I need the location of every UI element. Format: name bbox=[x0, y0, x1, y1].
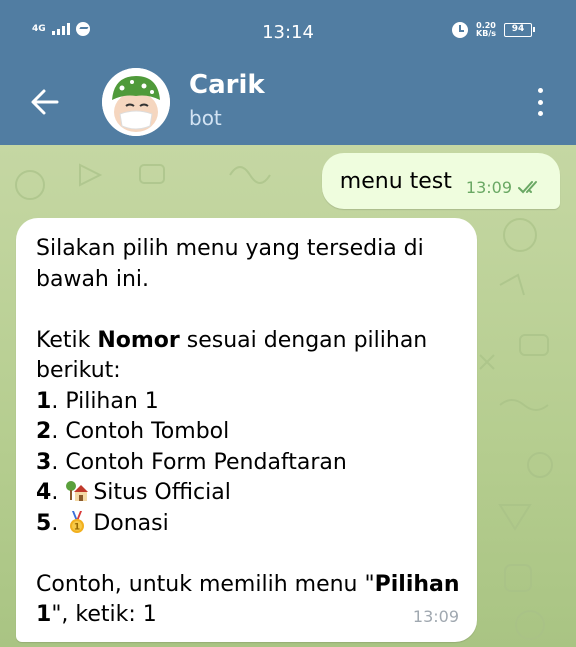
chat-subtitle: bot bbox=[189, 106, 222, 130]
first-place-medal-icon: 1 bbox=[70, 510, 85, 533]
back-arrow-icon[interactable] bbox=[30, 88, 60, 116]
example-line-2: 1", ketik: 1 bbox=[36, 600, 457, 631]
prompt-text-b: sesuai dengan pilihan bbox=[179, 327, 428, 353]
option-separator: . bbox=[51, 449, 66, 475]
telegram-chat-screen: 4G 13:14 0.20 KB/s 94 Carik bot menu tes… bbox=[0, 0, 576, 647]
option-separator: . bbox=[51, 388, 66, 414]
status-right: 0.20 KB/s 94 bbox=[452, 22, 535, 38]
option-separator: . bbox=[51, 480, 66, 505]
prompt-text-a: Ketik bbox=[36, 327, 98, 353]
prompt-line-1: Ketik Nomor sesuai dengan pilihan bbox=[36, 326, 457, 357]
carik-mascot-icon bbox=[102, 68, 170, 136]
option-label: Contoh Form Pendaftaran bbox=[65, 449, 347, 475]
menu-option: 5. 1 Donasi bbox=[36, 509, 457, 540]
more-options-icon[interactable] bbox=[534, 88, 546, 116]
option-label: Situs Official bbox=[93, 480, 231, 505]
intro-line-1: Silakan pilih menu yang tersedia di bbox=[36, 236, 424, 261]
alarm-icon bbox=[452, 22, 469, 38]
message-time: 13:09 bbox=[465, 177, 512, 197]
example-bold-2: 1 bbox=[36, 602, 52, 627]
example-line-1: Contoh, untuk memilih menu "Pilihan bbox=[36, 570, 460, 601]
example-bold-1: Pilihan bbox=[374, 571, 460, 597]
outgoing-message[interactable]: menu test 13:09 bbox=[321, 153, 560, 209]
option-label: Donasi bbox=[93, 510, 169, 536]
battery-icon: 94 bbox=[504, 23, 535, 37]
prompt-line-2: berikut: bbox=[36, 358, 121, 383]
speed-unit: KB/s bbox=[476, 29, 496, 38]
app-header: 4G 13:14 0.20 KB/s 94 Carik bot bbox=[0, 0, 576, 145]
option-number: 5 bbox=[36, 510, 52, 536]
example-text-b: ", ketik: 1 bbox=[51, 602, 157, 627]
option-label: Contoh Tombol bbox=[65, 419, 230, 444]
double-check-icon bbox=[518, 181, 537, 194]
status-bar: 4G 13:14 0.20 KB/s 94 bbox=[0, 0, 576, 64]
message-time: 13:09 bbox=[412, 606, 459, 626]
svg-text:1: 1 bbox=[74, 522, 80, 532]
option-number: 4 bbox=[36, 480, 52, 505]
bot-avatar[interactable] bbox=[102, 68, 170, 136]
message-text: menu test bbox=[339, 168, 452, 194]
menu-option: 3. Contoh Form Pendaftaran bbox=[36, 448, 457, 479]
option-number: 2 bbox=[36, 419, 52, 444]
chat-title[interactable]: Carik bbox=[189, 70, 265, 100]
option-separator: . bbox=[51, 419, 66, 444]
prompt-bold: Nomor bbox=[97, 327, 180, 353]
option-label: Pilihan 1 bbox=[65, 388, 159, 414]
house-with-garden-icon bbox=[66, 481, 89, 501]
network-speed: 0.20 KB/s bbox=[476, 22, 496, 38]
example-text-a: Contoh, untuk memilih menu " bbox=[36, 571, 375, 597]
incoming-message[interactable]: Silakan pilih menu yang tersedia di bawa… bbox=[16, 218, 477, 642]
message-meta: 13:09 bbox=[466, 178, 542, 197]
menu-option: 2. Contoh Tombol bbox=[36, 417, 457, 448]
menu-option: 4. Situs Official bbox=[36, 478, 457, 509]
intro-line-2: bawah ini. bbox=[36, 266, 150, 292]
option-number: 3 bbox=[36, 449, 52, 475]
option-separator: . bbox=[51, 510, 66, 536]
menu-option: 1. Pilihan 1 bbox=[36, 387, 457, 418]
option-number: 1 bbox=[36, 388, 52, 414]
